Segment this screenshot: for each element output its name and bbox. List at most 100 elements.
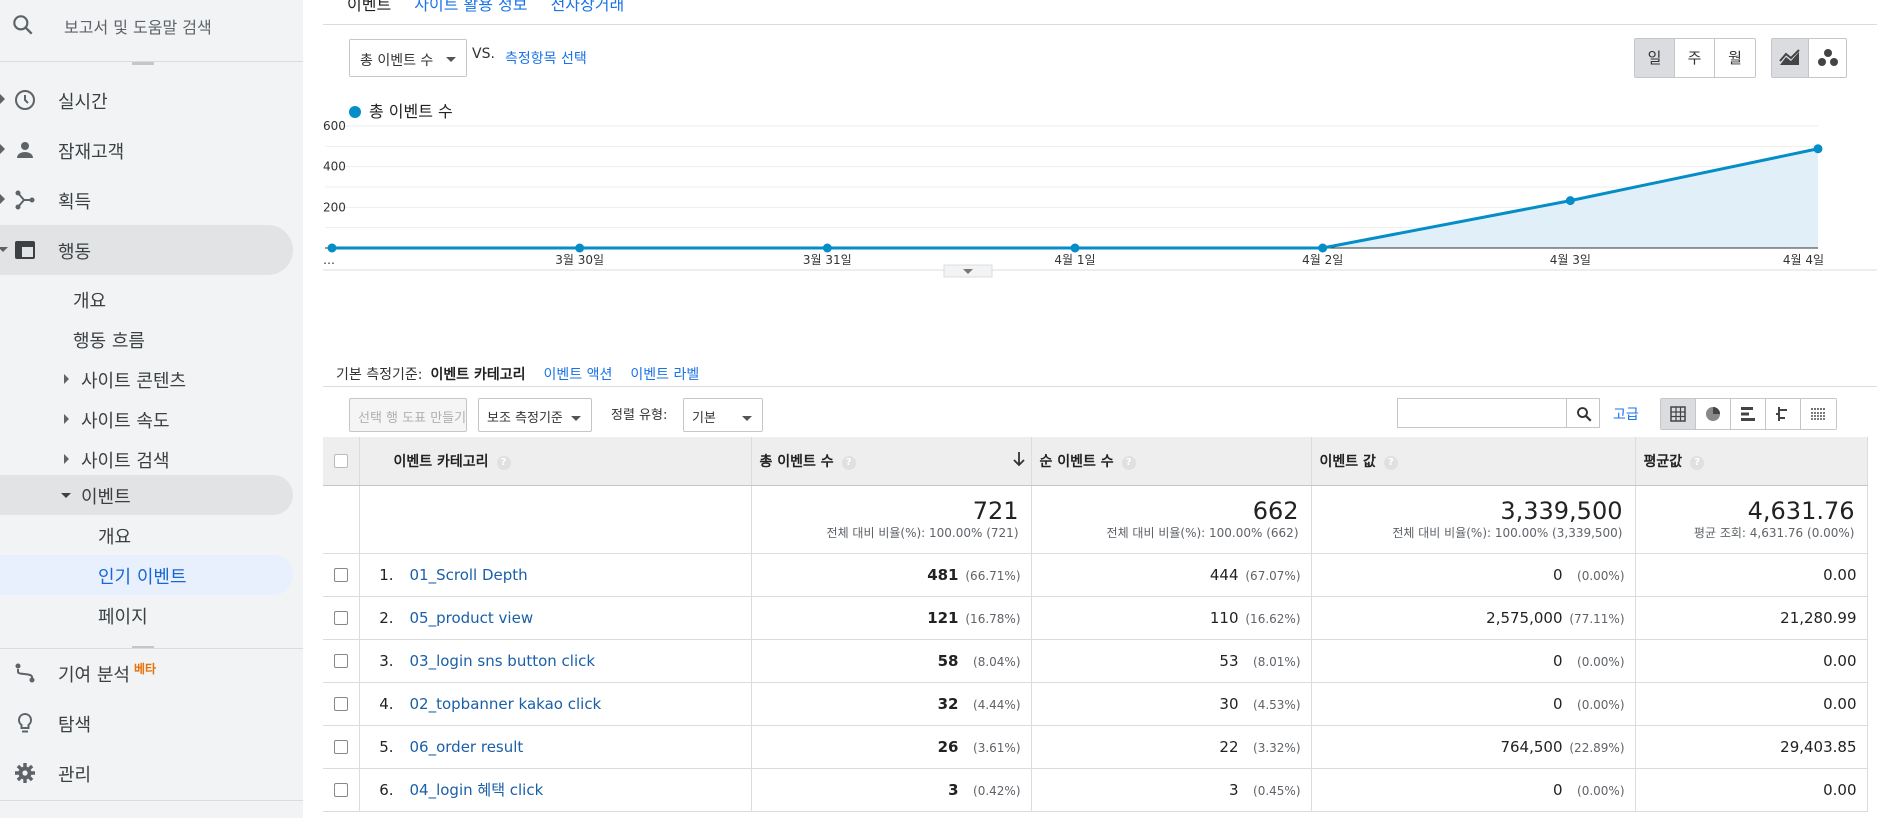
expand-caret-icon	[64, 414, 69, 424]
total-sub: 전체 대비 비율(%): 100.00% (662)	[1106, 525, 1299, 540]
data-point	[1813, 144, 1823, 154]
unique-events-cell: 53 (8.01%)	[1031, 639, 1312, 683]
nav-acquisition[interactable]: 획득	[0, 175, 293, 225]
event-category-link[interactable]: 01_Scroll Depth	[410, 566, 528, 584]
table-search-button[interactable]	[1566, 398, 1600, 428]
unique-events-cell: 444 (67.07%)	[1031, 553, 1312, 597]
sub-events[interactable]: 이벤트	[0, 475, 293, 515]
header-avg-value[interactable]: 평균값?	[1635, 437, 1868, 486]
row-rank: 3.	[379, 651, 394, 670]
search-icon	[13, 15, 33, 35]
tab-ecommerce[interactable]: 전자상거래	[551, 0, 625, 14]
header-total-events[interactable]: 총 이벤트 수?	[751, 437, 1032, 486]
nav-attribution[interactable]: 기여 분석 베타	[0, 648, 293, 698]
row-checkbox[interactable]	[333, 783, 348, 797]
header-event-value[interactable]: 이벤트 값?	[1311, 437, 1636, 486]
sub-top-events[interactable]: 인기 이벤트	[0, 555, 293, 595]
sort-type-label: 정렬 유형:	[611, 408, 668, 423]
event-category-link[interactable]: 02_topbanner kakao click	[410, 695, 602, 713]
view-performance-button[interactable]	[1731, 399, 1766, 429]
row-rank: 1.	[379, 565, 394, 584]
secondary-dimension-dropdown[interactable]: 보조 측정기준	[478, 398, 592, 432]
tab-events[interactable]: 이벤트	[347, 0, 391, 14]
event-category-link[interactable]: 05_product view	[410, 609, 534, 627]
nav-label: 행동	[58, 242, 92, 263]
period-week[interactable]: 주	[1675, 39, 1715, 77]
row-checkbox[interactable]	[333, 611, 348, 625]
nav-audience[interactable]: 잠재고객	[0, 125, 293, 175]
header-unique-events[interactable]: 순 이벤트 수?	[1031, 437, 1312, 486]
compare-metric-link[interactable]: 측정항목 선택	[505, 48, 587, 68]
nav-discover[interactable]: 탐색	[0, 698, 293, 748]
view-comparison-button[interactable]	[1766, 399, 1801, 429]
area-fill	[332, 148, 1818, 248]
help-icon[interactable]: ?	[496, 455, 511, 470]
unique-events-value: 22	[1219, 737, 1239, 756]
row-checkbox[interactable]	[333, 697, 348, 711]
event-category-link[interactable]: 06_order result	[410, 738, 524, 756]
sub-site-speed[interactable]: 사이트 속도	[0, 399, 293, 439]
total-events-value: 26	[937, 737, 959, 756]
nav-behavior[interactable]: 행동	[0, 225, 293, 275]
avg-value-cell: 0.00	[1635, 682, 1868, 726]
bar-chart-icon	[1741, 407, 1755, 421]
sub-behavior-flow[interactable]: 행동 흐름	[0, 319, 293, 359]
dimension-event-label[interactable]: 이벤트 라벨	[630, 367, 699, 383]
total-events-cell: 26 (3.61%)	[751, 725, 1032, 769]
event-category-link[interactable]: 03_login sns button click	[410, 652, 596, 670]
avg-value: 0.00	[1823, 780, 1857, 799]
header-event-category[interactable]: 이벤트 카테고리?	[359, 437, 752, 486]
sub-events-overview[interactable]: 개요	[0, 515, 293, 555]
dimension-event-action[interactable]: 이벤트 액션	[544, 367, 613, 383]
event-category-link[interactable]: 04_login 혜택 click	[410, 781, 544, 799]
event-category-cell: 1. 01_Scroll Depth	[359, 553, 752, 597]
view-data-button[interactable]	[1661, 399, 1696, 429]
sub-label: 개요	[73, 291, 107, 312]
data-point	[327, 243, 337, 253]
line-chart-button[interactable]	[1772, 39, 1809, 77]
metric-dropdown[interactable]: 총 이벤트 수	[349, 39, 467, 77]
view-percentage-button[interactable]	[1696, 399, 1731, 429]
event-value-value: 2,575,000	[1486, 608, 1563, 627]
sub-site-search[interactable]: 사이트 검색	[0, 439, 293, 479]
events-line-chart: 200 400 600 … 3월 30일 3월 31일 4월 1일 4월 2일 4월 3일 4월 …	[323, 120, 1877, 278]
nav-admin[interactable]: 관리	[0, 748, 293, 798]
sort-type-dropdown[interactable]: 기본	[683, 398, 763, 432]
unique-events-cell: 30 (4.53%)	[1031, 682, 1312, 726]
select-all-checkbox[interactable]	[333, 453, 348, 468]
nav-realtime[interactable]: 실시간	[0, 75, 293, 125]
view-pivot-button[interactable]	[1801, 399, 1836, 429]
report-search[interactable]: 보고서 및 도움말 검색	[0, 0, 303, 62]
dimension-event-category[interactable]: 이벤트 카테고리	[430, 367, 525, 383]
scroll-handle[interactable]	[132, 62, 154, 65]
table-search-input[interactable]	[1397, 398, 1567, 428]
period-day[interactable]: 일	[1635, 39, 1675, 77]
beta-badge: 베타	[133, 662, 157, 676]
help-icon[interactable]: ?	[1121, 455, 1136, 470]
row-checkbox[interactable]	[333, 568, 348, 582]
total-unique-cell: 662 전체 대비 비율(%): 100.00% (662)	[1031, 485, 1312, 554]
clock-icon	[15, 90, 35, 110]
sub-behavior-overview[interactable]: 개요	[0, 279, 293, 319]
sub-pages[interactable]: 페이지	[0, 595, 293, 635]
row-checkbox[interactable]	[333, 740, 348, 754]
plot-rows-button[interactable]: 선택 행 도표 만들기	[349, 398, 467, 432]
y-tick-label: 400	[323, 160, 346, 174]
event-value-pct: (0.00%)	[1577, 783, 1625, 798]
help-icon[interactable]: ?	[841, 455, 856, 470]
motion-chart-button[interactable]	[1809, 39, 1846, 77]
advanced-filter-link[interactable]: 고급	[1613, 404, 1639, 424]
unique-events-value: 3	[1228, 780, 1239, 799]
tab-site-usage[interactable]: 사이트 활용 정보	[414, 0, 527, 14]
sub-site-content[interactable]: 사이트 콘텐츠	[0, 359, 293, 399]
row-checkbox[interactable]	[333, 654, 348, 668]
period-month[interactable]: 월	[1715, 39, 1755, 77]
expand-caret-icon	[0, 94, 5, 104]
help-icon[interactable]: ?	[1690, 455, 1705, 470]
help-icon[interactable]: ?	[1383, 455, 1398, 470]
total-sub: 전체 대비 비율(%): 100.00% (3,339,500)	[1392, 525, 1623, 540]
search-placeholder: 보고서 및 도움말 검색	[64, 18, 212, 37]
avg-value: 21,280.99	[1780, 608, 1857, 627]
metric-value: 총 이벤트 수	[360, 53, 434, 69]
sub-label: 사이트 검색	[81, 451, 170, 472]
